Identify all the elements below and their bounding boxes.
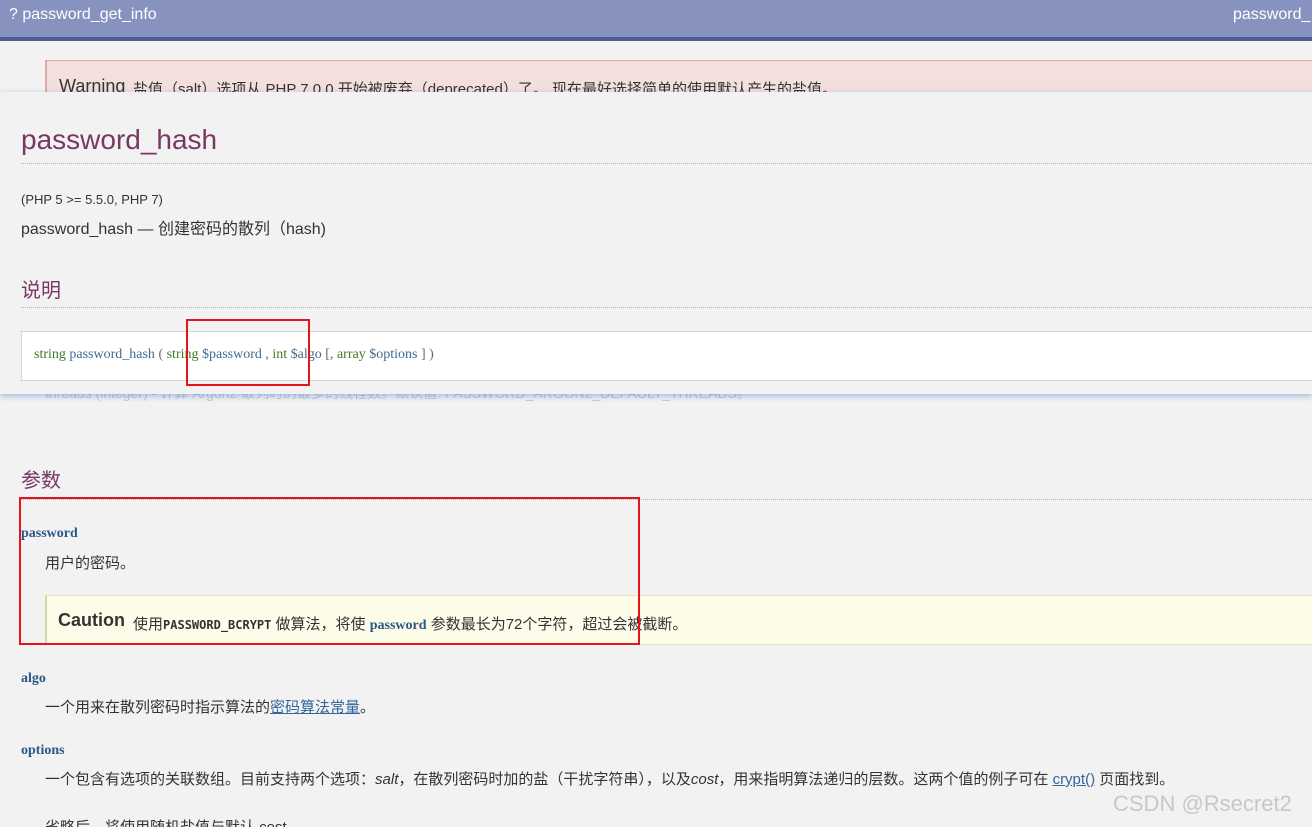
close-paren: ] )	[417, 347, 434, 362]
watermark: CSDN @Rsecret2	[1113, 791, 1292, 816]
purpose-text: 创建密码的散列（hash)	[157, 221, 326, 238]
crypt-link[interactable]: crypt()	[1053, 771, 1096, 788]
options-desc-4: 页面找到。	[1095, 771, 1175, 788]
param-term-algo: algo	[21, 671, 46, 686]
algo-desc-post: 。	[360, 699, 376, 716]
param-term-password: password	[21, 526, 78, 541]
description-heading: 说明	[21, 280, 61, 302]
overlay-panel: password_hash (PHP 5 >= 5.5.0, PHP 7) pa…	[0, 92, 1312, 394]
param-desc-password: 用户的密码。	[45, 555, 136, 572]
caution-post: 参数最长为72个字符，超过会被截断。	[426, 616, 688, 633]
param-sep: ,	[261, 347, 273, 362]
method-name: password_hash	[69, 347, 155, 362]
title-divider	[21, 163, 1312, 164]
next-page-link[interactable]: password_	[1233, 6, 1310, 24]
optional-open: [,	[321, 347, 337, 362]
param-type-options: array	[336, 347, 366, 362]
caution-mid: 做算法，将使	[271, 616, 370, 633]
parameters-heading: 参数	[21, 470, 61, 492]
caution-text: 使用PASSWORD_BCRYPT 做算法，将使 password 参数最长为7…	[133, 613, 687, 634]
options-desc-3: ，用来指明算法递归的层数。这两个值的例子可在	[718, 771, 1053, 788]
caution-pre: 使用	[133, 616, 164, 633]
prev-page-link[interactable]: ? password_get_info	[9, 6, 157, 24]
param-name-options: $options	[369, 347, 418, 362]
param-desc-options: 一个包含有选项的关联数组。目前支持两个选项：salt，在散列密码时加的盐（干扰字…	[45, 768, 1174, 789]
param-type-algo: int	[272, 347, 288, 362]
parameters-divider	[21, 499, 1312, 500]
description-divider	[21, 307, 1312, 308]
param-term-options: options	[21, 743, 65, 758]
algo-constants-link[interactable]: 密码算法常量	[270, 699, 360, 716]
param-desc-algo: 一个用来在散列密码时指示算法的密码算法常量。	[45, 696, 375, 717]
return-type: string	[34, 347, 66, 362]
param-type-password: string	[166, 347, 199, 362]
param-name-algo: $algo	[290, 347, 322, 362]
options-cost: cost	[690, 771, 719, 788]
algo-desc-pre: 一个用来在散列密码时指示算法的	[45, 699, 271, 716]
caution-const: PASSWORD_BCRYPT	[163, 618, 272, 632]
options-desc-2: ，在散列密码时加的盐（干扰字符串），以及	[398, 771, 691, 788]
method-synopsis: string password_hash ( string $password …	[21, 331, 1312, 381]
param-name-password: $password	[202, 347, 262, 362]
options-desc-cut: 省略后，将使用随机盐值与默认 cost。	[45, 816, 302, 827]
ref-purpose: password_hash — 创建密码的散列（hash)	[21, 215, 326, 239]
caution-param: password	[369, 618, 427, 633]
top-nav-bar: ? password_get_info password_	[0, 0, 1312, 41]
caution-box: Caution 使用PASSWORD_BCRYPT 做算法，将使 passwor…	[45, 595, 1312, 645]
page-title: password_hash	[21, 124, 218, 155]
refname: password_hash	[21, 221, 134, 238]
options-salt: salt	[375, 771, 399, 788]
caution-title: Caution	[58, 610, 125, 630]
open-paren: (	[154, 347, 167, 362]
php-versions: (PHP 5 >= 5.5.0, PHP 7)	[21, 192, 163, 207]
options-desc-1: 一个包含有选项的关联数组。目前支持两个选项：	[45, 771, 376, 788]
purpose-dash: —	[133, 221, 158, 238]
